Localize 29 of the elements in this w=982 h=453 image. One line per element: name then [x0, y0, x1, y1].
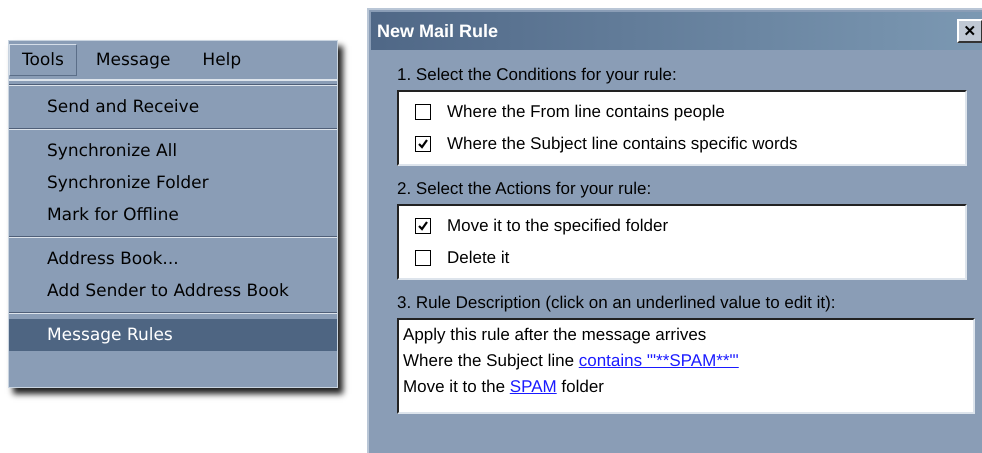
menu-bar-item[interactable]: Tools	[9, 44, 77, 76]
checkbox[interactable]	[415, 218, 431, 234]
menu-bar-item[interactable]: Help	[189, 44, 254, 76]
value-link[interactable]: contains '"**SPAM**"'	[578, 351, 739, 370]
section-label: 3. Rule Description (click on an underlined value to edit it):	[397, 292, 836, 314]
menu-item[interactable]: Send and Receive	[9, 91, 337, 123]
description-text: Apply this rule after the message arrives	[403, 325, 706, 344]
menu-item[interactable]: Synchronize Folder	[9, 167, 337, 199]
checkbox-label: Where the Subject line contains specific words	[447, 134, 798, 154]
description-text: Move it to the	[403, 377, 506, 396]
checkbox-label: Move it to the specified folder	[447, 216, 668, 236]
description-text: folder	[560, 377, 604, 396]
section-label: 1. Select the Conditions for your rule:	[397, 64, 678, 86]
description-text: Where the Subject line	[403, 351, 576, 370]
menu-bar-item[interactable]: Message	[82, 44, 184, 76]
menu-item[interactable]: Message Rules	[9, 319, 337, 351]
menu-item[interactable]: Synchronize All	[9, 135, 337, 167]
menu-item[interactable]: Add Sender to Address Book	[9, 275, 337, 307]
checkbox[interactable]	[415, 250, 431, 266]
menu-item[interactable]: Mark for Offline	[9, 199, 337, 231]
checkbox-label: Delete it	[447, 248, 510, 268]
checkbox-label: Where the From line contains people	[447, 102, 725, 122]
checkbox[interactable]	[415, 136, 431, 152]
menu-item[interactable]: Address Book...	[9, 243, 337, 275]
section-label: 2. Select the Actions for your rule:	[397, 178, 652, 200]
close-button[interactable]: ✕	[957, 19, 982, 43]
checkbox[interactable]	[415, 104, 431, 120]
window-title: New Mail Rule	[376, 20, 498, 42]
value-link[interactable]: SPAM	[510, 377, 557, 396]
